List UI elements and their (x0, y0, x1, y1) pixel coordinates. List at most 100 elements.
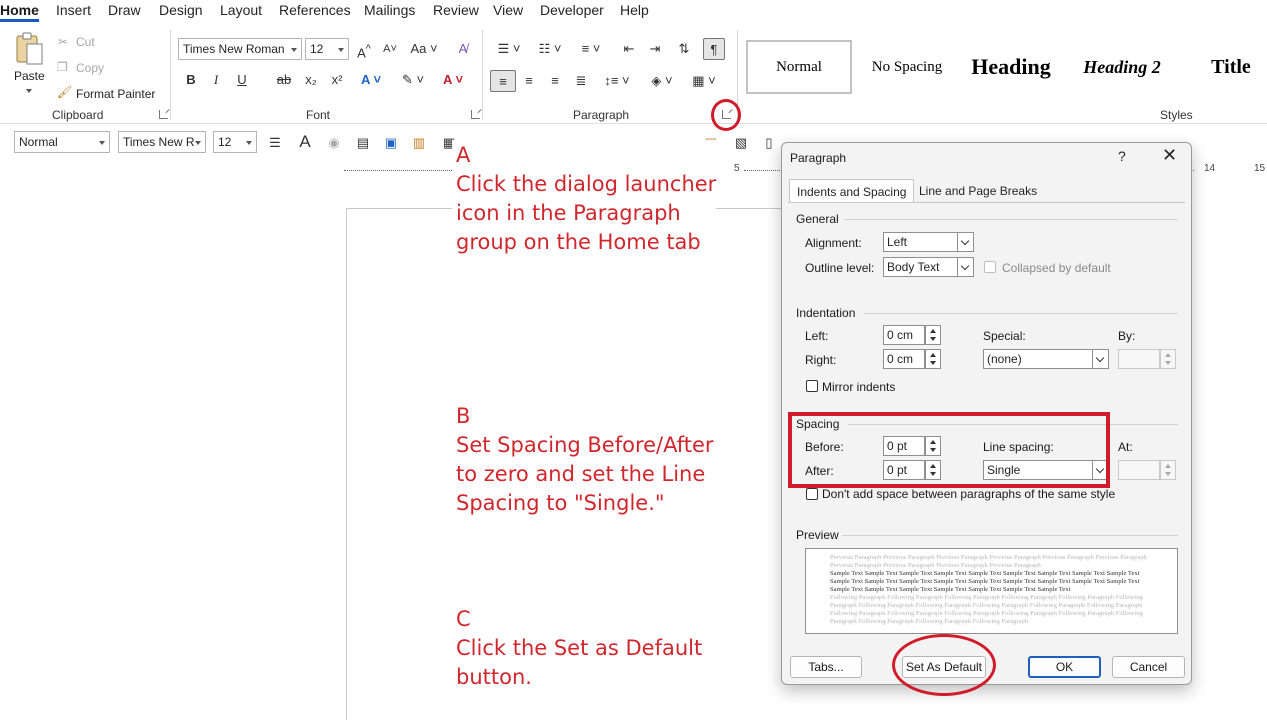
align-left-icon[interactable]: ≡ (490, 70, 516, 92)
style-heading-2[interactable]: Heading 2 (1070, 40, 1174, 94)
indent-left-input[interactable]: 0 cm (883, 325, 925, 345)
superscript-icon[interactable]: x² (329, 71, 345, 89)
tab-references[interactable]: References (279, 2, 351, 18)
annotation-b-line: to zero and set the Line (456, 462, 706, 486)
paste-caret[interactable] (26, 89, 32, 93)
align-right-icon[interactable]: ≡ (547, 72, 563, 90)
divider (170, 30, 171, 120)
outline-level-select[interactable]: Body Text (883, 257, 974, 277)
align-center-icon[interactable]: ≡ (521, 72, 537, 90)
text-effects-icon[interactable]: A ˅ (358, 71, 384, 89)
tab-draw[interactable]: Draw (108, 2, 141, 18)
at-label: At: (1118, 440, 1133, 454)
tab-help[interactable]: Help (620, 2, 649, 18)
by-input[interactable] (1118, 349, 1160, 369)
sort-icon[interactable]: ⇅ (674, 40, 694, 58)
indent-right-spinner[interactable] (925, 349, 941, 369)
line-spacing-icon[interactable]: ↕≡ ˅ (600, 72, 634, 90)
style-no-spacing[interactable]: No Spacing (858, 40, 956, 94)
up-arrow-icon (1165, 353, 1171, 357)
font-combo[interactable]: Times New R (118, 131, 206, 153)
size-combo[interactable]: 12 (213, 131, 257, 153)
up-arrow-icon (1165, 464, 1171, 468)
bold-icon[interactable]: B (183, 71, 199, 89)
special-select[interactable]: (none) (983, 349, 1109, 369)
circle-icon[interactable]: ◉ (325, 134, 343, 152)
indent-right-label: Right: (805, 353, 837, 367)
indent-left-spinner[interactable] (925, 325, 941, 345)
styles-pane-icon[interactable]: ☰ (266, 134, 284, 152)
highlight-icon[interactable]: ✎ ˅ (398, 71, 428, 89)
grow-font-icon[interactable]: A^ (354, 40, 374, 60)
help-button[interactable]: ? (1118, 148, 1126, 164)
annotation-b-line: Set Spacing Before/After (456, 433, 714, 457)
tab-line-and-page-breaks[interactable]: Line and Page Breaks (912, 179, 1044, 203)
ruler-mark: 14 (1204, 163, 1216, 174)
bullets-icon[interactable]: ☰ ˅ (493, 40, 525, 58)
clipboard-launcher-icon[interactable] (159, 110, 168, 119)
preview-sample-text: Sample Text Sample Text Sample Text Samp… (830, 570, 1140, 593)
numbering-icon[interactable]: ☷ ˅ (534, 40, 566, 58)
change-case-icon[interactable]: Aa ˅ (409, 40, 439, 58)
underline-icon[interactable]: U (234, 71, 250, 89)
tab-review[interactable]: Review (433, 2, 479, 18)
ok-button[interactable]: OK (1028, 656, 1101, 678)
page-break-icon[interactable]: ▯ (760, 134, 778, 152)
indent-right-input[interactable]: 0 cm (883, 349, 925, 369)
shading-icon[interactable]: ◈ ˅ (645, 72, 679, 90)
style-heading[interactable]: Heading (962, 40, 1060, 94)
tab-design[interactable]: Design (159, 2, 203, 18)
copy-button[interactable]: Copy (76, 61, 104, 75)
tab-insert[interactable]: Insert (56, 2, 91, 18)
mirror-indents-checkbox[interactable] (806, 380, 818, 392)
quick-parts-icon[interactable]: ▥ (410, 134, 428, 152)
ruler-mark: 15 (1254, 163, 1266, 174)
tabs-button[interactable]: Tabs... (790, 656, 862, 678)
shrink-font-icon[interactable]: A˅ (380, 40, 400, 58)
show-marks-icon[interactable]: ¶ (703, 38, 725, 60)
preview-heading: Preview (796, 528, 839, 542)
document-icon[interactable]: ▤ (354, 134, 372, 152)
borders-icon[interactable]: ▦ ˅ (687, 72, 721, 90)
style-normal[interactable]: Normal (746, 40, 852, 94)
close-button[interactable]: ✕ (1162, 145, 1177, 166)
tab-mailings[interactable]: Mailings (364, 2, 415, 18)
clear-formatting-icon[interactable]: A̸ (453, 40, 473, 58)
special-label: Special: (983, 329, 1026, 343)
textbox-icon[interactable]: ▣ (382, 134, 400, 152)
collapsed-checkbox[interactable] (984, 261, 996, 273)
paste-button[interactable] (13, 32, 45, 68)
strikethrough-icon[interactable]: ab (275, 71, 293, 89)
justify-icon[interactable]: ≣ (573, 72, 589, 90)
font-name-value: Times New Roman (183, 42, 285, 56)
mirror-indents-label: Mirror indents (822, 380, 896, 394)
cancel-button[interactable]: Cancel (1112, 656, 1185, 678)
at-spinner[interactable] (1160, 460, 1176, 480)
page-icon[interactable]: ▧ (732, 134, 750, 152)
tab-home[interactable]: Home (0, 2, 39, 22)
tab-view[interactable]: View (493, 2, 523, 18)
font-size-combo[interactable]: 12 (305, 38, 349, 60)
subscript-icon[interactable]: x₂ (303, 71, 319, 89)
italic-icon[interactable]: I (208, 71, 224, 89)
tab-layout[interactable]: Layout (220, 2, 262, 18)
tab-developer[interactable]: Developer (540, 2, 604, 18)
style-title[interactable]: Title (1186, 40, 1267, 94)
at-input[interactable] (1118, 460, 1160, 480)
style-combo[interactable]: Normal (14, 131, 110, 153)
indentation-heading: Indentation (796, 306, 856, 320)
font-color-icon[interactable]: A ˅ (438, 71, 468, 89)
cut-icon: ✂ (58, 35, 69, 49)
font-icon[interactable]: A (296, 133, 314, 151)
format-painter-button[interactable]: Format Painter (76, 87, 155, 101)
cut-button[interactable]: Cut (76, 35, 95, 49)
font-launcher-icon[interactable] (471, 110, 480, 119)
by-spinner[interactable] (1160, 349, 1176, 369)
decrease-indent-icon[interactable]: ⇤ (620, 40, 638, 58)
increase-indent-icon[interactable]: ⇥ (646, 40, 664, 58)
tab-indents-and-spacing[interactable]: Indents and Spacing (789, 179, 915, 203)
multilevel-list-icon[interactable]: ≡ ˅ (575, 40, 607, 58)
dont-add-space-checkbox[interactable] (806, 488, 818, 500)
alignment-select[interactable]: Left (883, 232, 974, 252)
font-name-combo[interactable]: Times New Roman (178, 38, 302, 60)
